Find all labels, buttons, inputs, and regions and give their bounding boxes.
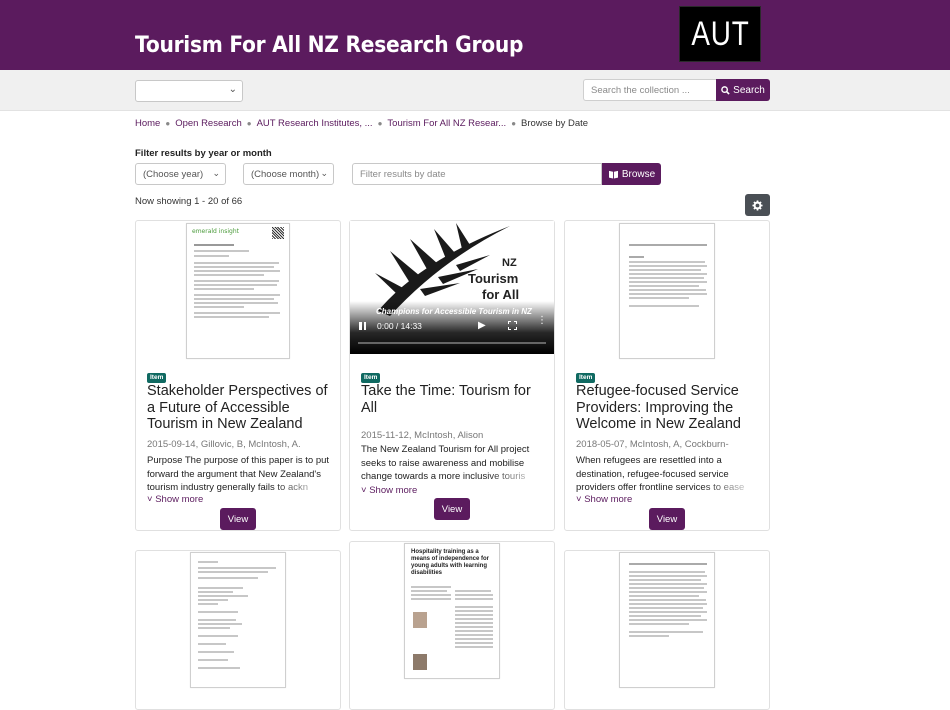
document-thumbnail[interactable]: Hospitality training as a means of indep… [404,543,500,679]
author-photo [413,612,427,628]
video-time: 0:00 / 14:33 [377,321,422,331]
year-select-value: (Choose year) [143,169,204,180]
pause-icon[interactable] [358,321,368,331]
breadcrumb-tourism-for-all[interactable]: Tourism For All NZ Resear... [387,118,506,129]
search-scope-select[interactable]: ⌄ [135,80,243,102]
item-badge: Item [361,373,381,383]
author-photo [413,654,427,670]
settings-button[interactable] [745,194,770,216]
search-icon [721,85,730,95]
book-open-icon [608,170,618,179]
video-title-main: Tourism [468,271,519,286]
thumbnail-brand: emerald insight [192,228,239,235]
view-button[interactable]: View [434,498,470,520]
breadcrumb-research-institutes[interactable]: AUT Research Institutes, ... [257,118,373,129]
view-button[interactable]: View [649,508,685,530]
show-more-link[interactable]: ˅ Show more [576,494,632,505]
breadcrumb-separator: ● [511,119,517,128]
show-more-label: Show more [369,485,418,496]
search-input[interactable]: Search the collection ... [583,79,716,101]
item-badge: Item [147,373,167,383]
video-title-sub: for All [482,287,520,302]
show-more-label: Show more [584,494,633,505]
thumbnail-title: Hospitality training as a means of indep… [411,549,490,576]
result-card [135,550,341,710]
document-thumbnail[interactable] [619,223,715,359]
chevron-down-icon: ⌄ [320,168,328,178]
search-button[interactable]: Search [716,79,770,101]
chevron-down-icon: ˅ [147,494,153,505]
month-select-value: (Choose month) [251,169,320,180]
show-more-link[interactable]: ˅ Show more [147,494,203,505]
chevron-down-icon: ˅ [576,494,582,505]
logo-text: AUT [690,14,750,53]
card-title[interactable]: Stakeholder Perspectives of a Future of … [147,383,332,433]
gear-icon [752,199,763,211]
breadcrumb-separator: ● [165,119,171,128]
breadcrumb-separator: ● [377,119,383,128]
item-badge: Item [576,373,596,383]
search-bar: ⌄ Search the collection ... Search [0,70,950,111]
more-options-icon[interactable]: ⋮ [537,316,547,326]
qr-code-icon [272,227,284,239]
chevron-down-icon: ˅ [361,485,367,496]
video-player[interactable]: NZ Tourism for All Champions for Accessi… [350,221,554,354]
year-select[interactable]: (Choose year) ⌄ [135,163,226,185]
show-more-link[interactable]: ˅ Show more [361,485,417,496]
chevron-down-icon: ⌄ [228,84,237,95]
breadcrumb-open-research[interactable]: Open Research [175,118,242,129]
document-thumbnail[interactable] [619,552,715,688]
breadcrumb-current: Browse by Date [521,118,589,129]
site-title[interactable]: Tourism For All NZ Research Group [135,33,523,58]
result-card: emerald insight Item Stakeholder Perspec… [135,220,341,531]
card-meta: 2015-11-12, McIntosh, Alison [361,430,484,441]
document-thumbnail[interactable] [190,552,286,688]
browse-button[interactable]: Browse [602,163,661,185]
aut-logo[interactable]: AUT [679,6,761,62]
fullscreen-icon[interactable] [508,321,517,330]
result-card: Item Refugee-focused Service Providers: … [564,220,770,531]
card-meta: 2018-05-07, McIntosh, A, Cockburn- [576,439,729,450]
result-card: Hospitality training as a means of indep… [349,541,555,710]
card-abstract: The New Zealand Tourism for All project … [361,443,546,483]
result-card [564,550,770,710]
card-meta: 2015-09-14, Gillovic, B, McIntosh, A. [147,439,301,450]
filter-label: Filter results by year or month [135,148,272,159]
date-filter-input[interactable]: Filter results by date [352,163,602,185]
view-button[interactable]: View [220,508,256,530]
browse-button-label: Browse [621,168,656,180]
result-card: NZ Tourism for All Champions for Accessi… [349,220,555,531]
card-title[interactable]: Refugee-focused Service Providers: Impro… [576,383,761,433]
video-progress-bar[interactable] [358,342,546,344]
card-title[interactable]: Take the Time: Tourism for All [361,383,546,416]
volume-icon[interactable]: ▶ [478,320,486,331]
card-abstract: When refugees are resettled into a desti… [576,454,761,494]
document-thumbnail[interactable]: emerald insight [186,223,290,359]
results-count: Now showing 1 - 20 of 66 [135,196,243,207]
fern-logo-icon [350,221,554,354]
month-select[interactable]: (Choose month) ⌄ [243,163,334,185]
video-subtitle: Champions for Accessible Tourism in NZ [376,307,532,316]
show-more-label: Show more [155,494,204,505]
breadcrumb-separator: ● [246,119,252,128]
breadcrumb-home[interactable]: Home [135,118,160,129]
video-title-nz: NZ [502,257,517,269]
card-abstract: Purpose The purpose of this paper is to … [147,454,332,494]
chevron-down-icon: ⌄ [212,168,220,178]
search-button-label: Search [733,84,765,96]
breadcrumb: Home ● Open Research ● AUT Research Inst… [135,118,588,129]
site-header: Tourism For All NZ Research Group AUT [0,0,950,70]
